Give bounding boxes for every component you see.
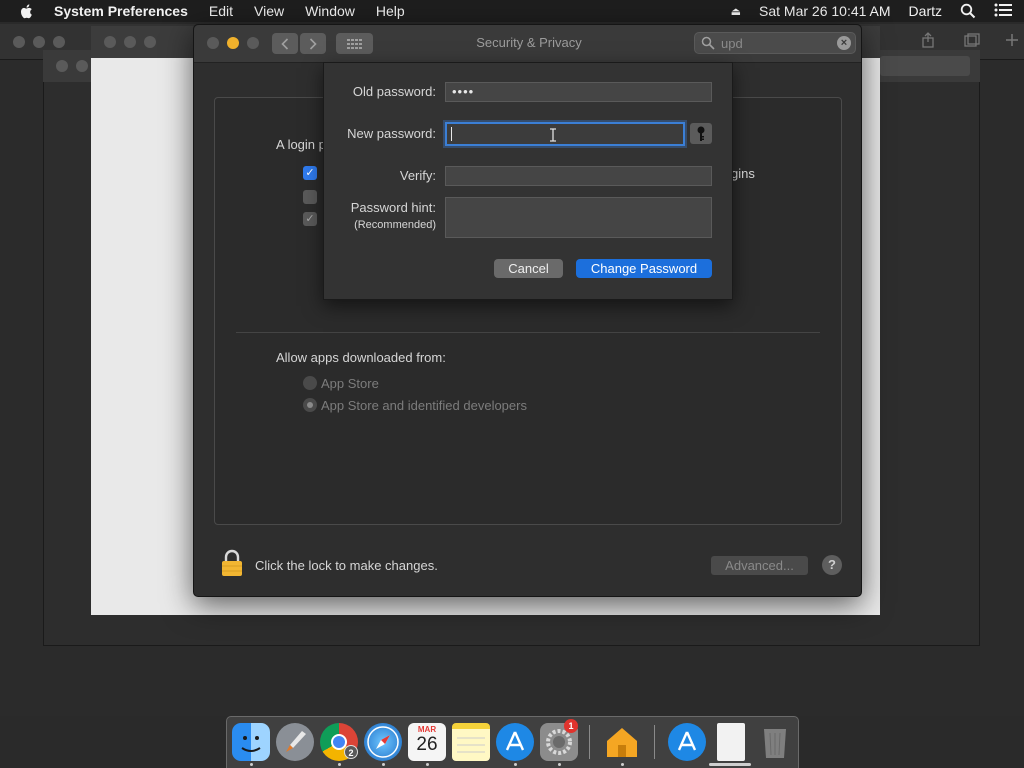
close-icon[interactable]: [13, 36, 25, 48]
text-caret: [451, 127, 452, 141]
checkbox-label-tail: gins: [731, 166, 755, 181]
verify-field[interactable]: [445, 166, 712, 186]
dock-stack-indicator: [709, 763, 751, 766]
dock-separator: [654, 725, 655, 759]
radio-app-store-label: App Store: [321, 376, 379, 391]
dock-launchpad-icon[interactable]: [276, 723, 314, 761]
zoom-icon[interactable]: [53, 36, 65, 48]
close-icon[interactable]: [56, 60, 68, 72]
calendar-month: MAR: [417, 725, 437, 734]
dock-document-icon[interactable]: [717, 723, 745, 761]
menu-window[interactable]: Window: [305, 3, 355, 19]
old-password-field[interactable]: ••••: [445, 82, 712, 102]
dock-finder-icon[interactable]: [232, 723, 270, 761]
close-icon[interactable]: [104, 36, 116, 48]
dock-running-indicator: [250, 763, 253, 766]
verify-label: Verify:: [399, 168, 436, 183]
menu-user[interactable]: Dartz: [909, 3, 942, 19]
background-window-field: [880, 56, 970, 76]
tabs-icon[interactable]: [964, 33, 980, 47]
dock-separator: [589, 725, 590, 759]
dock: 2 MAR 26 1: [226, 716, 799, 768]
dock-running-indicator: [558, 763, 561, 766]
dock-trash-icon[interactable]: [756, 723, 794, 761]
dock-applications-folder-icon[interactable]: [668, 723, 706, 761]
apple-icon[interactable]: [19, 3, 37, 19]
back-button[interactable]: [272, 33, 298, 54]
dock-running-indicator: [621, 763, 624, 766]
require-password-checkbox[interactable]: ✓: [303, 166, 317, 180]
chevron-left-icon: [281, 37, 289, 50]
lock-icon[interactable]: [220, 549, 242, 577]
minimize-icon[interactable]: [124, 36, 136, 48]
spotlight-search-icon[interactable]: [960, 3, 976, 19]
search-input[interactable]: upd: [721, 36, 837, 51]
dock-app-store-icon[interactable]: [496, 723, 534, 761]
dock-notes-icon[interactable]: [452, 723, 490, 761]
calendar-day: 26: [416, 734, 438, 755]
change-password-button[interactable]: Change Password: [576, 259, 712, 278]
menu-bar: System Preferences Edit View Window Help…: [0, 0, 1024, 22]
lock-message: Click the lock to make changes.: [255, 558, 438, 573]
radio-identified-developers-label: App Store and identified developers: [321, 398, 527, 413]
chevron-right-icon: [309, 37, 317, 50]
minimize-icon[interactable]: [33, 36, 45, 48]
forward-button[interactable]: [300, 33, 326, 54]
search-field[interactable]: upd ×: [694, 32, 856, 54]
password-hint-label: Password hint:: [350, 200, 436, 215]
disable-auto-login-checkbox[interactable]: ✓: [303, 212, 317, 226]
radio-identified-developers[interactable]: [303, 398, 317, 412]
zoom-icon[interactable]: [247, 37, 259, 49]
window-titlebar: Security & Privacy upd ×: [194, 25, 861, 63]
chrome-badge: 2: [344, 745, 358, 759]
dock-running-indicator: [382, 763, 385, 766]
cancel-button[interactable]: Cancel: [494, 259, 563, 278]
new-tab-icon[interactable]: [1005, 33, 1019, 47]
menu-clock[interactable]: Sat Mar 26 10:41 AM: [759, 3, 891, 19]
zoom-icon[interactable]: [144, 36, 156, 48]
dock-home-icon[interactable]: [603, 723, 641, 761]
show-message-checkbox[interactable]: [303, 190, 317, 204]
minimize-icon[interactable]: [227, 37, 239, 49]
dock-running-indicator: [514, 763, 517, 766]
password-hint-field[interactable]: [445, 197, 712, 238]
login-password-label: A login p: [276, 137, 326, 152]
menu-help[interactable]: Help: [376, 3, 405, 19]
grid-icon: [346, 38, 362, 49]
dock-calendar-icon[interactable]: MAR 26: [408, 723, 446, 761]
system-preferences-badge: 1: [564, 719, 578, 733]
radio-app-store[interactable]: [303, 376, 317, 390]
new-password-field[interactable]: [445, 122, 685, 146]
search-icon: [701, 36, 715, 50]
divider: [236, 332, 820, 333]
change-password-sheet: Old password: •••• New password: Verify:…: [323, 62, 733, 300]
eject-icon[interactable]: ⏏: [731, 5, 741, 18]
dock-safari-icon[interactable]: [364, 723, 402, 761]
help-button[interactable]: ?: [822, 555, 842, 575]
share-icon[interactable]: [920, 32, 936, 48]
minimize-icon[interactable]: [76, 60, 88, 72]
menu-view[interactable]: View: [254, 3, 284, 19]
password-hint-sublabel: (Recommended): [354, 219, 436, 231]
dock-running-indicator: [426, 763, 429, 766]
window-title: Security & Privacy: [476, 35, 582, 50]
password-assistant-button[interactable]: [690, 123, 712, 144]
ibeam-cursor-icon: [550, 128, 556, 142]
close-icon[interactable]: [207, 37, 219, 49]
notification-center-icon[interactable]: [994, 3, 1012, 19]
clear-search-icon[interactable]: ×: [837, 36, 851, 50]
advanced-button[interactable]: Advanced...: [711, 556, 808, 575]
allow-apps-label: Allow apps downloaded from:: [276, 350, 446, 365]
old-password-label: Old password:: [352, 84, 436, 99]
key-icon: [697, 126, 705, 141]
dock-running-indicator: [338, 763, 341, 766]
menu-edit[interactable]: Edit: [209, 3, 233, 19]
menu-app-name[interactable]: System Preferences: [54, 3, 188, 19]
new-password-label: New password:: [347, 126, 436, 141]
show-all-button[interactable]: [336, 33, 373, 54]
